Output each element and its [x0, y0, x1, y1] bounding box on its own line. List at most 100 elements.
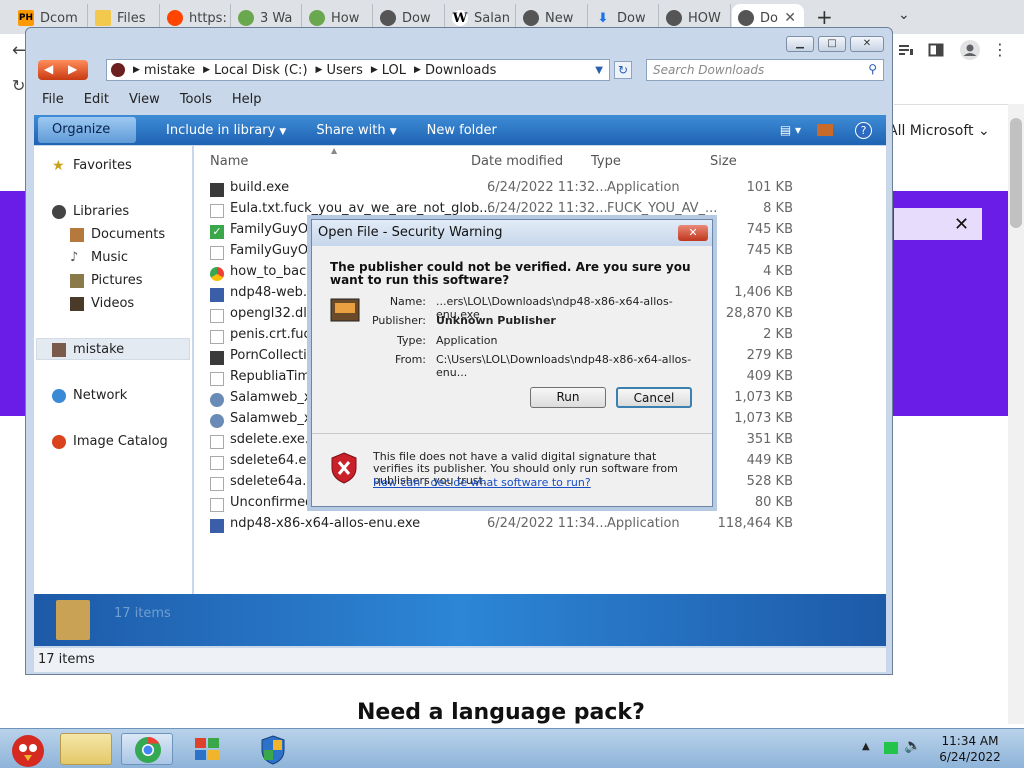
wikihow-icon — [309, 10, 325, 26]
nav-favorites[interactable]: ★ Favorites — [52, 158, 132, 173]
taskbar-explorer-button[interactable] — [60, 733, 112, 765]
navigation-pane: ★ Favorites Libraries Documents ♪ Music Pi… — [34, 146, 192, 646]
breadcrumb-local-disk[interactable]: Local Disk (C:) — [214, 63, 307, 78]
address-dropdown-icon[interactable]: ▼ — [595, 65, 603, 76]
nav-videos[interactable]: Videos — [70, 296, 134, 311]
breadcrumb-lol[interactable]: LOL — [382, 63, 406, 78]
angry-bird-start-icon[interactable] — [6, 729, 50, 769]
back-arrow-icon[interactable]: ◀ — [44, 62, 53, 76]
breadcrumb-users[interactable]: Users — [326, 63, 362, 78]
exe-icon — [210, 183, 224, 197]
menu-file[interactable]: File — [42, 92, 64, 114]
scrollbar-thumb[interactable] — [1010, 118, 1022, 228]
installer-icon — [210, 393, 224, 407]
dialog-close-button[interactable]: ✕ — [678, 225, 708, 241]
music-icon: ♪ — [70, 249, 79, 265]
file-icon — [210, 330, 224, 344]
wikipedia-icon: W — [452, 10, 468, 26]
breadcrumb-separator-icon: ▶ — [315, 65, 323, 75]
refresh-icon[interactable]: ↻ — [614, 61, 632, 79]
file-icon — [210, 456, 224, 470]
breadcrumb-separator-icon: ▶ — [414, 65, 421, 75]
breadcrumb-separator-icon: ▶ — [370, 65, 378, 75]
minimize-button[interactable]: ▁ — [786, 36, 814, 52]
help-icon[interactable]: ? — [855, 121, 872, 139]
back-forward-buttons[interactable]: ◀ ▶ — [38, 60, 88, 80]
include-in-library-button[interactable]: Include in library ▼ — [166, 123, 286, 138]
column-type[interactable]: Type — [591, 154, 621, 169]
nav-music[interactable]: ♪ Music — [70, 250, 128, 265]
breadcrumb-mistake[interactable]: mistake — [144, 63, 195, 78]
view-options-icon[interactable]: ▤ ▾ — [780, 123, 801, 137]
wikihow-icon — [238, 10, 254, 26]
search-icon[interactable]: ⚲ — [868, 62, 877, 76]
column-date-modified[interactable]: Date modified — [471, 154, 563, 169]
publisher-label: Publisher: — [371, 314, 426, 327]
run-button[interactable]: Run — [530, 387, 606, 408]
menu-edit[interactable]: Edit — [84, 92, 109, 114]
close-banner-icon[interactable]: ✕ — [954, 214, 969, 235]
new-folder-button[interactable]: New folder — [427, 123, 497, 138]
status-bar: 17 items — [34, 648, 886, 672]
menu-tools[interactable]: Tools — [180, 92, 212, 114]
type-value: Application — [436, 334, 498, 347]
publisher-value: Unknown Publisher — [436, 314, 556, 327]
queue-icon[interactable] — [898, 42, 914, 58]
taskbar-app-button[interactable] — [182, 733, 234, 765]
tab-label: Salan — [474, 10, 511, 26]
all-microsoft-menu[interactable]: All Microsoft ⌄ — [888, 123, 990, 139]
clock-date: 6/24/2022 — [939, 750, 1001, 764]
forward-arrow-icon[interactable]: ▶ — [68, 62, 77, 76]
user-folder-icon — [52, 342, 66, 357]
menu-view[interactable]: View — [129, 92, 160, 114]
clock[interactable]: 11:34 AM 6/24/2022 — [930, 733, 1010, 765]
language-pack-heading: Need a language pack? — [357, 700, 645, 725]
nav-network[interactable]: Network — [52, 388, 127, 403]
cancel-button[interactable]: Cancel — [616, 387, 692, 408]
globe-icon — [380, 10, 396, 26]
reload-icon[interactable]: ↻ — [12, 76, 25, 95]
new-tab-button[interactable]: + — [816, 5, 833, 29]
nav-pictures[interactable]: Pictures — [70, 273, 142, 288]
help-link[interactable]: How can I decide what software to run? — [373, 476, 591, 489]
side-panel-icon[interactable] — [928, 42, 944, 58]
dialog-question: The publisher could not be verified. Are… — [330, 260, 691, 287]
tab-label: New — [545, 10, 574, 26]
nav-documents[interactable]: Documents — [70, 227, 165, 242]
search-input[interactable]: Search Downloads ⚲ — [646, 59, 884, 81]
address-bar[interactable]: ▶ mistake ▶ Local Disk (C:) ▶ Users ▶ LO… — [106, 59, 610, 81]
chevron-down-icon: ▼ — [389, 126, 397, 137]
profile-avatar-icon[interactable] — [960, 40, 980, 60]
close-tab-icon[interactable]: ✕ — [784, 10, 796, 26]
volume-icon[interactable]: 🔈 — [904, 738, 921, 754]
taskbar-security-button[interactable] — [248, 733, 300, 765]
menu-bar: File Edit View Tools Help — [34, 92, 886, 114]
breadcrumb-downloads[interactable]: Downloads — [425, 63, 496, 78]
more-options-icon[interactable]: ⋮ — [992, 40, 1008, 59]
chrome-icon — [135, 736, 161, 763]
show-hidden-icons-icon[interactable]: ▲ — [862, 741, 870, 752]
organize-button[interactable]: Organize — [38, 117, 136, 143]
chevron-down-icon[interactable]: ⌄ — [898, 7, 910, 23]
battery-icon[interactable] — [884, 742, 898, 754]
tab-label: Files — [117, 10, 146, 26]
share-with-button[interactable]: Share with ▼ — [316, 123, 396, 138]
breadcrumb-separator-icon: ▶ — [203, 65, 211, 75]
reddit-icon — [167, 10, 183, 26]
checkmark-icon: ✓ — [210, 225, 224, 239]
nav-libraries[interactable]: Libraries — [52, 204, 129, 219]
column-name[interactable]: Name — [210, 154, 248, 169]
close-window-button[interactable]: ✕ — [850, 36, 884, 52]
preview-pane-icon[interactable] — [817, 124, 833, 136]
status-item-count: 17 items — [38, 652, 95, 667]
column-size[interactable]: Size — [710, 154, 737, 169]
shield-error-icon — [331, 452, 357, 484]
nav-mistake[interactable]: mistake — [52, 342, 124, 357]
maximize-button[interactable]: □ — [818, 36, 846, 52]
globe-icon — [523, 10, 539, 26]
divider — [894, 104, 1008, 105]
nav-image-catalog[interactable]: Image Catalog — [52, 434, 168, 449]
taskbar-chrome-button[interactable] — [121, 733, 173, 765]
tab-label: HOW — [688, 10, 721, 26]
menu-help[interactable]: Help — [232, 92, 262, 114]
